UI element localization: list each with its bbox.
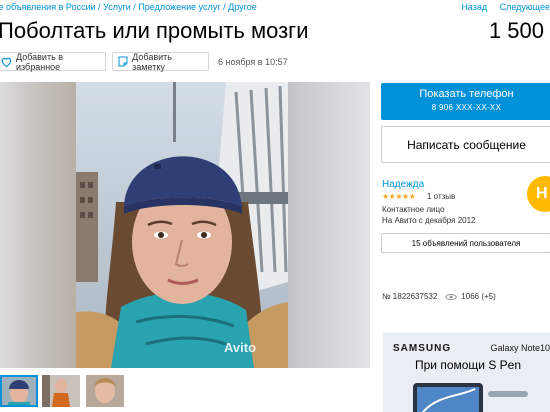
gallery-blur-left bbox=[0, 82, 76, 368]
back-link[interactable]: Назад bbox=[461, 2, 487, 12]
advertisement-banner[interactable]: SAMSUNG Galaxy Note10 При помощи S Pen bbox=[383, 333, 550, 412]
photo-gallery[interactable]: Avito bbox=[0, 82, 370, 368]
price: 1 500 bbox=[488, 18, 544, 43]
eye-icon bbox=[445, 293, 458, 301]
breadcrumb: се объявления в России / Услуги / Предло… bbox=[0, 2, 257, 12]
add-to-favorites-label: Добавить в избранное bbox=[16, 51, 64, 72]
write-message-button[interactable]: Написать сообщение bbox=[381, 126, 550, 163]
breadcrumb-link-other[interactable]: Другое bbox=[228, 2, 257, 12]
seller-name[interactable]: Надежда bbox=[382, 179, 424, 190]
ad-model: Galaxy Note10 bbox=[490, 343, 550, 353]
add-note-label: Добавить заметку bbox=[132, 51, 172, 72]
breadcrumb-link-offers[interactable]: Предложение услуг bbox=[138, 2, 220, 12]
thumbnail-1[interactable] bbox=[0, 375, 38, 407]
thumbnail-2[interactable] bbox=[42, 375, 80, 407]
ad-product-image bbox=[413, 383, 528, 412]
add-to-favorites-button[interactable]: Добавить в избранное bbox=[0, 51, 106, 72]
note-icon bbox=[117, 56, 128, 68]
breadcrumb-separator: / bbox=[223, 2, 226, 12]
gallery-blur-right bbox=[288, 82, 370, 368]
ad-tagline: При помощи S Pen bbox=[415, 358, 522, 372]
breadcrumb-link-all-russia[interactable]: се объявления в России bbox=[0, 2, 96, 12]
ad-brand: SAMSUNG bbox=[393, 343, 452, 354]
listing-meta: № 1822637532 1066 (+5) bbox=[382, 292, 496, 301]
avito-watermark: Avito bbox=[224, 340, 257, 355]
breadcrumb-separator: / bbox=[133, 2, 136, 12]
breadcrumb-separator: / bbox=[98, 2, 101, 12]
show-phone-label: Показать телефон bbox=[419, 88, 514, 100]
page-title: Поболтать или промыть мозги bbox=[0, 18, 309, 43]
views-count: 1066 (+5) bbox=[461, 292, 496, 301]
show-phone-button[interactable]: Показать телефон 8 906 XXX-XX-XX bbox=[381, 83, 550, 120]
contact-person-label: Контактное лицо bbox=[382, 205, 445, 214]
thumbnail-3[interactable] bbox=[86, 375, 124, 407]
phone-number-preview: 8 906 XXX-XX-XX bbox=[431, 103, 502, 112]
member-since: На Авито с декабря 2012 bbox=[382, 216, 476, 225]
breadcrumb-link-services[interactable]: Услуги bbox=[103, 2, 131, 12]
main-photo[interactable] bbox=[76, 82, 288, 368]
next-link[interactable]: Следующее bbox=[500, 2, 550, 12]
reviews-count[interactable]: 1 отзыв bbox=[427, 192, 455, 201]
listing-number: № 1822637532 bbox=[382, 292, 438, 301]
add-note-button[interactable]: Добавить заметку bbox=[112, 51, 209, 72]
heart-outline-icon bbox=[1, 56, 12, 68]
publication-date: 6 ноября в 10:57 bbox=[218, 57, 288, 67]
avatar[interactable]: Н bbox=[527, 176, 550, 212]
listing-navigation: Назад Следующее bbox=[451, 2, 550, 12]
user-ads-button[interactable]: 15 объявлений пользователя bbox=[381, 233, 550, 253]
rating-stars: ★★★★★ bbox=[382, 192, 416, 201]
